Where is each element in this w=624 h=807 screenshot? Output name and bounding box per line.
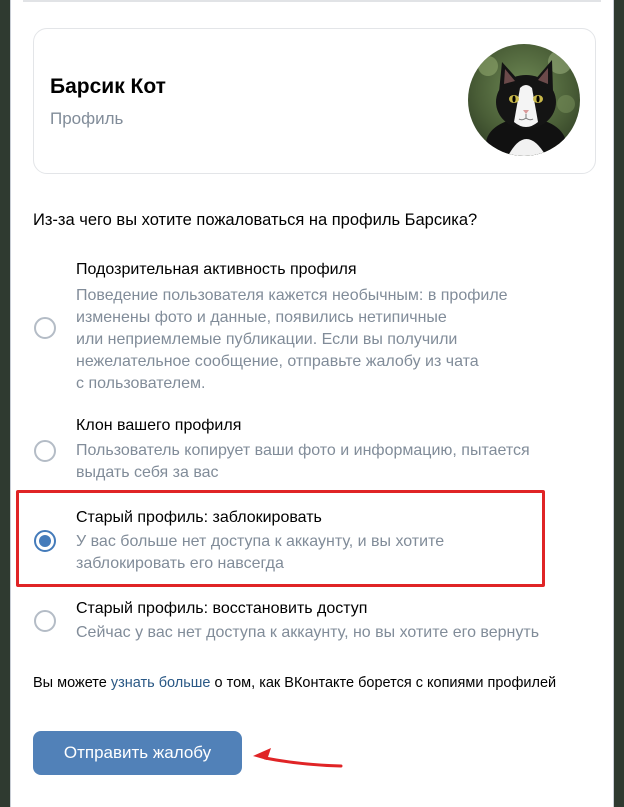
profile-card[interactable]: Барсик Кот Профиль — [33, 28, 596, 174]
option-clone-profile[interactable]: Клон вашего профиля Пользователь копируе… — [33, 414, 593, 484]
submit-report-button[interactable]: Отправить жалобу — [33, 731, 242, 775]
profile-name: Барсик Кот — [50, 75, 166, 98]
radio-old-profile-block[interactable] — [34, 530, 56, 552]
footnote-suffix: о том, как ВКонтакте борется с копиями п… — [210, 675, 557, 691]
option-suspicious-activity[interactable]: Подозрительная активность профиля Поведе… — [33, 258, 593, 398]
option-title: Клон вашего профиля — [76, 417, 242, 434]
report-dialog: Барсик Кот Профиль Из-за чего вы хотите … — [10, 0, 614, 807]
footnote-prefix: Вы можете — [33, 675, 111, 691]
profile-subtitle: Профиль — [50, 109, 124, 128]
option-description: Сейчас у вас нет доступа к аккаунту, но … — [76, 624, 540, 641]
option-description: Поведение пользователя кажется необычным… — [76, 287, 508, 392]
option-title: Старый профиль: восстановить доступ — [76, 600, 368, 617]
cat-avatar-icon[interactable] — [468, 44, 580, 156]
option-description: У вас больше нет доступа к аккаунту, и в… — [76, 533, 445, 572]
option-title: Старый профиль: заблокировать — [76, 509, 322, 526]
radio-clone-profile[interactable] — [34, 440, 56, 462]
option-old-profile-block[interactable]: Старый профиль: заблокировать У вас боль… — [33, 506, 593, 576]
radio-old-profile-restore[interactable] — [34, 610, 56, 632]
annotation-arrow-icon — [253, 748, 343, 768]
radio-suspicious-activity[interactable] — [34, 317, 56, 339]
dialog-top-divider — [23, 0, 601, 2]
option-title: Подозрительная активность профиля — [76, 261, 357, 278]
footnote-text: Вы можете узнать больше о том, как ВКонт… — [33, 673, 593, 693]
option-description: Пользователь копирует ваши фото и информ… — [76, 442, 530, 481]
option-old-profile-restore[interactable]: Старый профиль: восстановить доступ Сейч… — [33, 597, 593, 647]
report-question: Из-за чего вы хотите пожаловаться на про… — [33, 211, 478, 229]
learn-more-link[interactable]: узнать больше — [111, 675, 211, 691]
